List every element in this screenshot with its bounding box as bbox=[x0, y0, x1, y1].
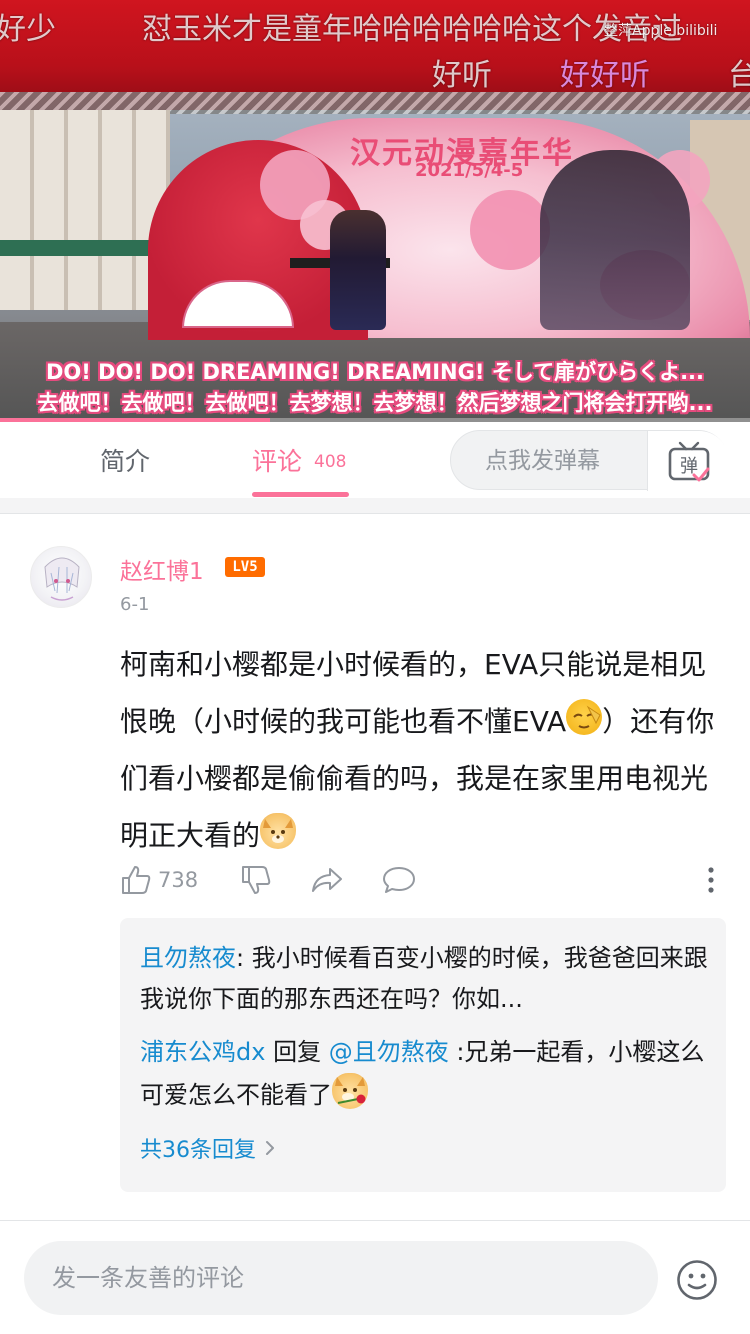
danmaku-item: 好听 bbox=[432, 58, 492, 93]
dog-rose-emoji-icon bbox=[332, 1073, 368, 1109]
anime-girl-illustration bbox=[540, 150, 690, 330]
like-button[interactable]: 738 bbox=[120, 860, 198, 900]
performer bbox=[330, 210, 386, 330]
level-badge: LV5 bbox=[225, 557, 265, 577]
reply-item[interactable]: 且勿熬夜: 我小时候看百变小樱的时候，我爸爸回来跟我说你下面的那东西还在吗？你如… bbox=[140, 938, 710, 1020]
view-all-replies-link[interactable]: 共36条回复 bbox=[140, 1132, 276, 1164]
comment-actions: 738 bbox=[120, 860, 730, 900]
reply-author[interactable]: 浦东公鸡dx bbox=[140, 1038, 265, 1066]
comment-input-placeholder: 发一条友善的评论 bbox=[52, 1264, 244, 1292]
tab-comments[interactable]: 评论 408 bbox=[252, 422, 346, 498]
share-icon bbox=[312, 868, 342, 892]
chevron-right-icon bbox=[266, 1141, 274, 1155]
subtitle-line-2: 去做吧！去做吧！去做吧！去梦想！去梦想！然后梦想之门将会打开哟... bbox=[37, 391, 713, 415]
stage-date: 2021/5/4-5 bbox=[415, 160, 524, 181]
danmaku-toggle-icon: 弹 bbox=[668, 441, 710, 482]
dog-emoji-icon bbox=[260, 813, 297, 849]
app: 汉元动漫嘉年华 2021/5/4-5 好少 怼玉米才是童年哈哈哈哈哈哈这个发音过… bbox=[0, 0, 750, 1334]
reply-item[interactable]: 浦东公鸡dx 回复 @且勿熬夜 :兄弟一起看，小樱这么可爱怎么不能看了 bbox=[140, 1032, 710, 1116]
reply-button[interactable] bbox=[382, 860, 416, 900]
salute-emoji-icon bbox=[566, 699, 603, 735]
background-building bbox=[0, 110, 170, 310]
emoji-smile-icon bbox=[677, 1260, 717, 1300]
tab-comments-label: 评论 bbox=[252, 447, 303, 476]
danmaku-item: 好少 bbox=[0, 12, 56, 47]
comment-count: 408 bbox=[314, 452, 347, 472]
thumbs-down-icon bbox=[242, 866, 271, 894]
thumbs-up-icon bbox=[122, 866, 151, 894]
comment-username[interactable]: 赵红博1 bbox=[120, 552, 204, 586]
share-button[interactable] bbox=[310, 860, 344, 900]
reply-word: 回复 bbox=[265, 1038, 329, 1066]
emoji-button[interactable] bbox=[676, 1259, 718, 1305]
reply-mention[interactable]: @且勿熬夜 bbox=[329, 1038, 449, 1066]
comment-text: 柯南和小樱都是小时候看的，EVA只能说是相见恨晚（小时候的我可能也看不懂EVA）… bbox=[120, 636, 728, 864]
send-danmaku-placeholder: 点我发弹幕 bbox=[485, 448, 600, 474]
more-replies-label: 共36条回复 bbox=[140, 1138, 256, 1163]
reply-author[interactable]: 且勿熬夜 bbox=[140, 944, 236, 972]
tab-bar: 简介 评论 408 点我发弹幕 弹 bbox=[0, 422, 750, 498]
comment-item: 赵红博1 LV5 6-1 柯南和小樱都是小时候看的，EVA只能说是相见恨晚（小时… bbox=[0, 514, 750, 1220]
avatar-illustration bbox=[44, 557, 80, 601]
danmaku-item: 台 bbox=[728, 58, 750, 93]
dislike-button[interactable] bbox=[240, 860, 272, 900]
section-divider bbox=[0, 498, 750, 514]
tab-intro-label: 简介 bbox=[100, 447, 151, 476]
subtitle-line-1: DO! DO! DO! DREAMING! DREAMING! そして扉がひらく… bbox=[45, 360, 705, 384]
comment-input-bar: 发一条友善的评论 bbox=[0, 1220, 750, 1334]
like-count: 738 bbox=[158, 868, 199, 892]
more-options-button[interactable] bbox=[704, 860, 718, 900]
danmaku-toggle-button[interactable]: 弹 bbox=[647, 431, 729, 491]
comment-input-field[interactable]: 发一条友善的评论 bbox=[24, 1241, 658, 1315]
video-player[interactable]: 汉元动漫嘉年华 2021/5/4-5 好少 怼玉米才是童年哈哈哈哈哈哈这个发音过… bbox=[0, 0, 750, 422]
reply-preview-box[interactable]: 且勿熬夜: 我小时候看百变小樱的时候，我爸爸回来跟我说你下面的那东西还在吗？你如… bbox=[120, 918, 726, 1192]
danmaku-item: 好好听 bbox=[560, 58, 650, 93]
danmaku-toggle-char: 弹 bbox=[680, 456, 698, 477]
avatar[interactable] bbox=[30, 546, 92, 608]
tab-intro[interactable]: 简介 bbox=[100, 422, 150, 498]
active-tab-indicator bbox=[252, 492, 349, 497]
reply-icon bbox=[383, 867, 415, 893]
comment-date: 6-1 bbox=[120, 594, 150, 615]
flower-decoration bbox=[470, 190, 550, 270]
video-watermark: 整萍Apple bilibili bbox=[604, 23, 718, 39]
send-danmaku-input[interactable]: 点我发弹幕 弹 bbox=[450, 430, 729, 491]
more-icon bbox=[708, 867, 714, 893]
danmaku-item: 怼玉米才是童年哈哈哈哈哈哈这个发音过 bbox=[142, 12, 682, 47]
